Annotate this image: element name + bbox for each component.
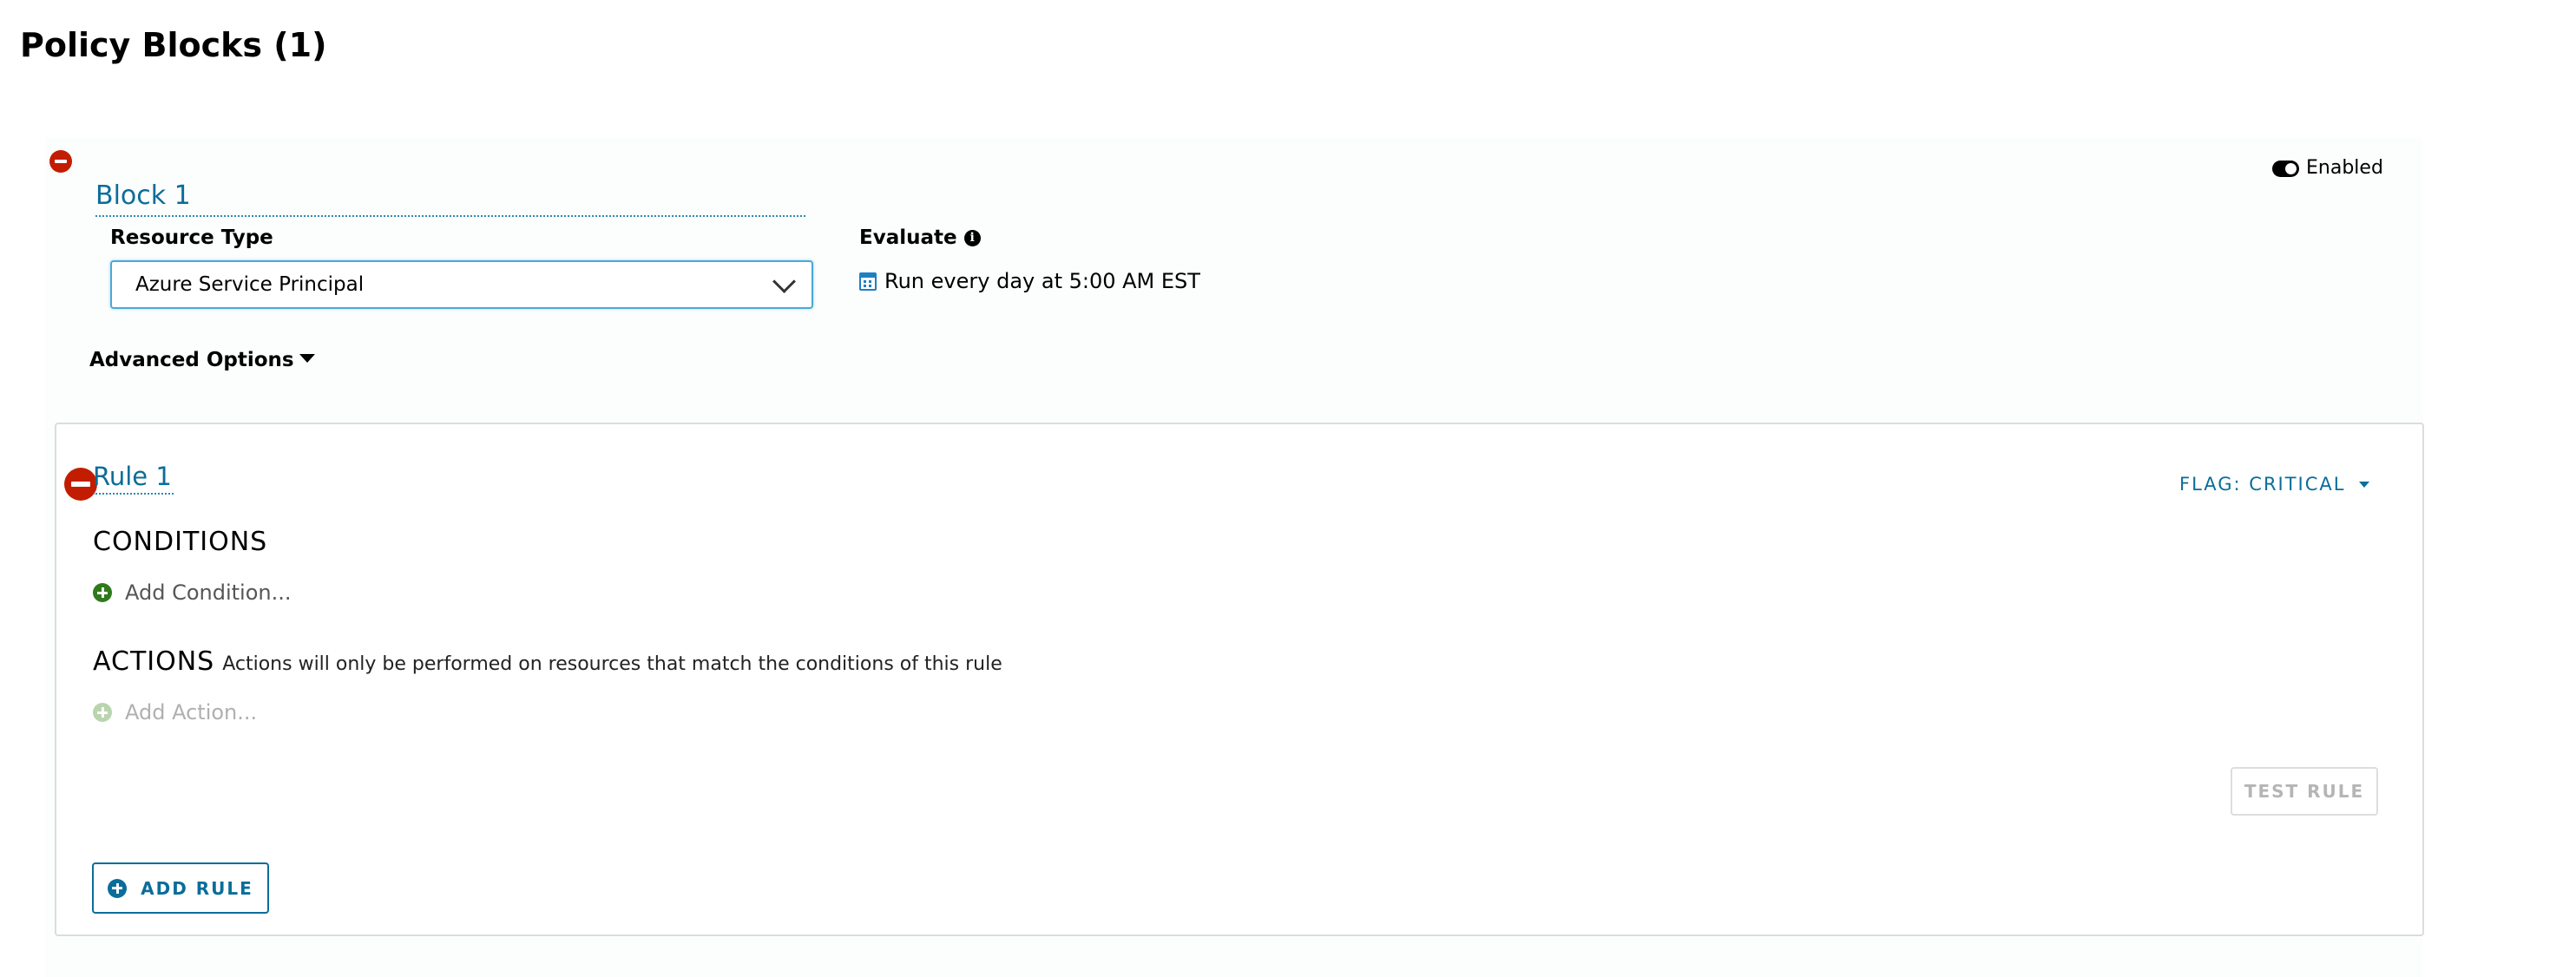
resource-type-value: Azure Service Principal — [135, 273, 365, 296]
actions-heading-text: ACTIONS — [93, 646, 215, 677]
page-title: Policy Blocks (1) — [20, 26, 327, 64]
plus-circle-icon — [108, 878, 128, 898]
flag-severity-dropdown[interactable]: FLAG: CRITICAL — [2179, 472, 2370, 496]
toggle-icon[interactable] — [2272, 160, 2299, 177]
enabled-toggle[interactable]: Enabled — [2272, 156, 2383, 180]
advanced-options-toggle[interactable]: Advanced Options — [89, 347, 315, 373]
caret-down-icon — [299, 354, 315, 363]
flag-label: FLAG: CRITICAL — [2179, 474, 2346, 495]
calendar-icon — [859, 272, 877, 291]
rule-title[interactable]: Rule 1 — [93, 460, 174, 495]
evaluate-label: Evaluate i — [859, 225, 981, 251]
resource-type-select[interactable]: Azure Service Principal — [110, 260, 813, 309]
plus-circle-icon — [93, 703, 112, 722]
add-action-label: Add Action... — [125, 700, 258, 725]
block-title[interactable]: Block 1 — [95, 179, 805, 217]
chevron-down-icon[interactable] — [772, 269, 796, 293]
evaluate-schedule: Run every day at 5:00 AM EST — [859, 268, 1200, 294]
remove-block-icon[interactable] — [49, 150, 72, 173]
add-rule-label: ADD RULE — [141, 877, 253, 899]
caret-down-icon — [2359, 481, 2370, 488]
enabled-label: Enabled — [2306, 157, 2383, 179]
plus-circle-icon — [93, 583, 112, 602]
schedule-text: Run every day at 5:00 AM EST — [884, 269, 1200, 293]
add-action-link: Add Action... — [93, 699, 257, 725]
advanced-options-label: Advanced Options — [89, 349, 294, 371]
actions-note: Actions will only be performed on resour… — [222, 653, 1002, 675]
evaluate-label-text: Evaluate — [859, 226, 957, 249]
info-icon[interactable]: i — [963, 229, 981, 246]
resource-type-label: Resource Type — [110, 226, 273, 249]
add-condition-label: Add Condition... — [125, 580, 292, 605]
actions-heading: ACTIONS Actions will only be performed o… — [93, 645, 1002, 682]
conditions-heading: CONDITIONS — [93, 527, 268, 557]
test-rule-button[interactable]: TEST RULE — [2231, 767, 2378, 816]
add-rule-button[interactable]: ADD RULE — [92, 862, 269, 914]
add-condition-link[interactable]: Add Condition... — [93, 580, 292, 606]
